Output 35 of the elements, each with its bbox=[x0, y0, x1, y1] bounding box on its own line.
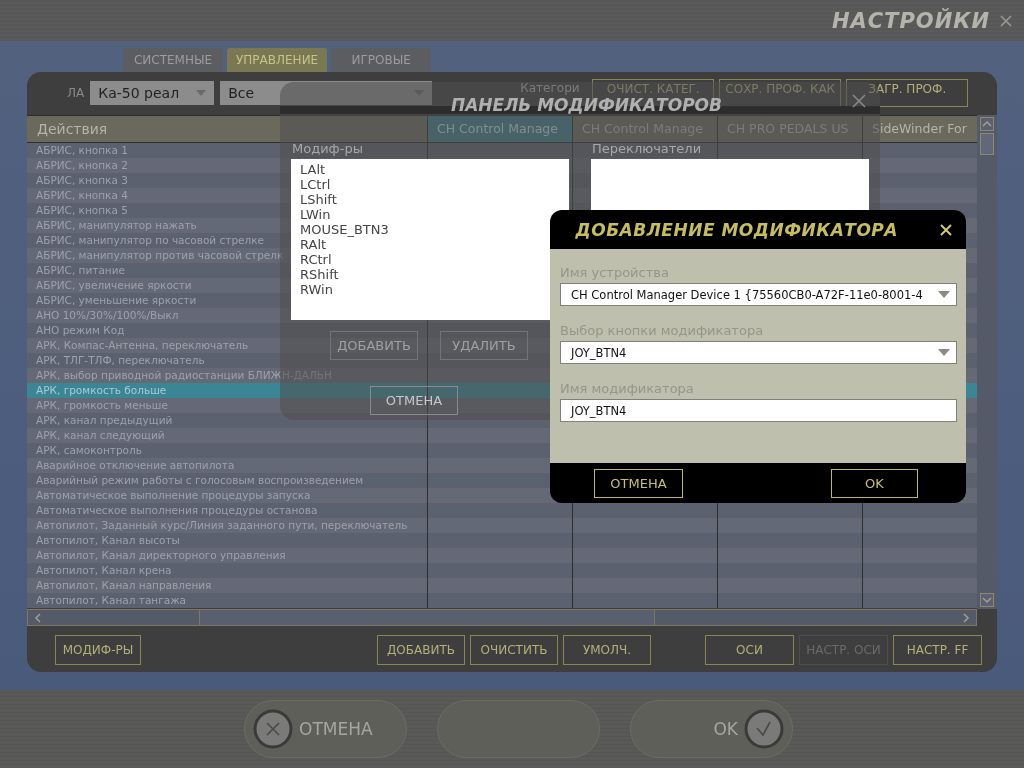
action-label: Автопилот, Канал направления bbox=[36, 579, 212, 591]
action-label: Автопилот, Канал крена bbox=[36, 564, 172, 576]
action-label: Автопилот, Заданный курс/Линия заданного пути, переключатель bbox=[36, 519, 408, 531]
action-label: АБРИС, манипулятор по часовой стрелке bbox=[36, 234, 265, 246]
list-label: Переключатели bbox=[592, 141, 703, 158]
window-title: НАСТРОЙКИ bbox=[831, 8, 990, 33]
action-label: АРК, громкость меньше bbox=[36, 399, 168, 411]
action-label: АБРИС, увеличение яркости bbox=[36, 279, 192, 291]
action-label: АБРИС, манипулятор против часовой стрелк bbox=[36, 249, 284, 261]
action-label: Аварийный режим работы с голосовым воспроизведением bbox=[36, 474, 364, 486]
action-label: АРК, ТЛГ-ТЛФ, переключатель bbox=[36, 354, 205, 366]
action-label: АБРИС, кнопка 5 bbox=[36, 204, 128, 216]
action-label: АРК, канал предыдущий bbox=[36, 414, 173, 426]
action-label: АРК, Компас-Антенна, переключатель bbox=[36, 339, 249, 351]
action-label: Автопилот, Канал высоты bbox=[36, 534, 180, 546]
action-label: АБРИС, уменьшение яркости bbox=[36, 294, 197, 306]
dialog-title: ДОБАВЛЕНИЕ МОДИФИКАТОРА bbox=[575, 219, 898, 240]
action-label: АБРИС, кнопка 4 bbox=[36, 189, 128, 201]
action-label: АБРИС, кнопка 3 bbox=[36, 174, 128, 186]
action-label: АНО 10%/30%/100%/Выкл bbox=[36, 309, 179, 321]
action-label: АБРИС, питание bbox=[36, 264, 125, 276]
action-label: Аварийное отключение автопилота bbox=[36, 459, 235, 471]
action-label: АРК, самоконтроль bbox=[36, 444, 142, 456]
action-label: АРК, выбор приводной радиостанции БЛИЖН-ДАЛЬН bbox=[36, 369, 332, 381]
action-label: АБРИС, манипулятор нажать bbox=[36, 219, 197, 231]
list-label: Модиф-ры bbox=[292, 141, 364, 158]
action-label: АБРИС, кнопка 1 bbox=[36, 144, 128, 156]
action-label: АРК, громкость больше bbox=[36, 384, 167, 396]
action-label: Автоматическое выполнение процедуры запуска bbox=[36, 489, 311, 501]
action-label: Автопилот, Канал директорного управления bbox=[36, 549, 286, 561]
action-label: Автоматическое выполнения процедуры останова bbox=[36, 504, 318, 516]
action-label: Автопилот, Канал тангажа bbox=[36, 594, 187, 606]
aircraft-label: ЛА bbox=[67, 86, 85, 100]
action-label: АНО режим Код bbox=[36, 324, 125, 336]
action-label: АБРИС, кнопка 2 bbox=[36, 159, 128, 171]
